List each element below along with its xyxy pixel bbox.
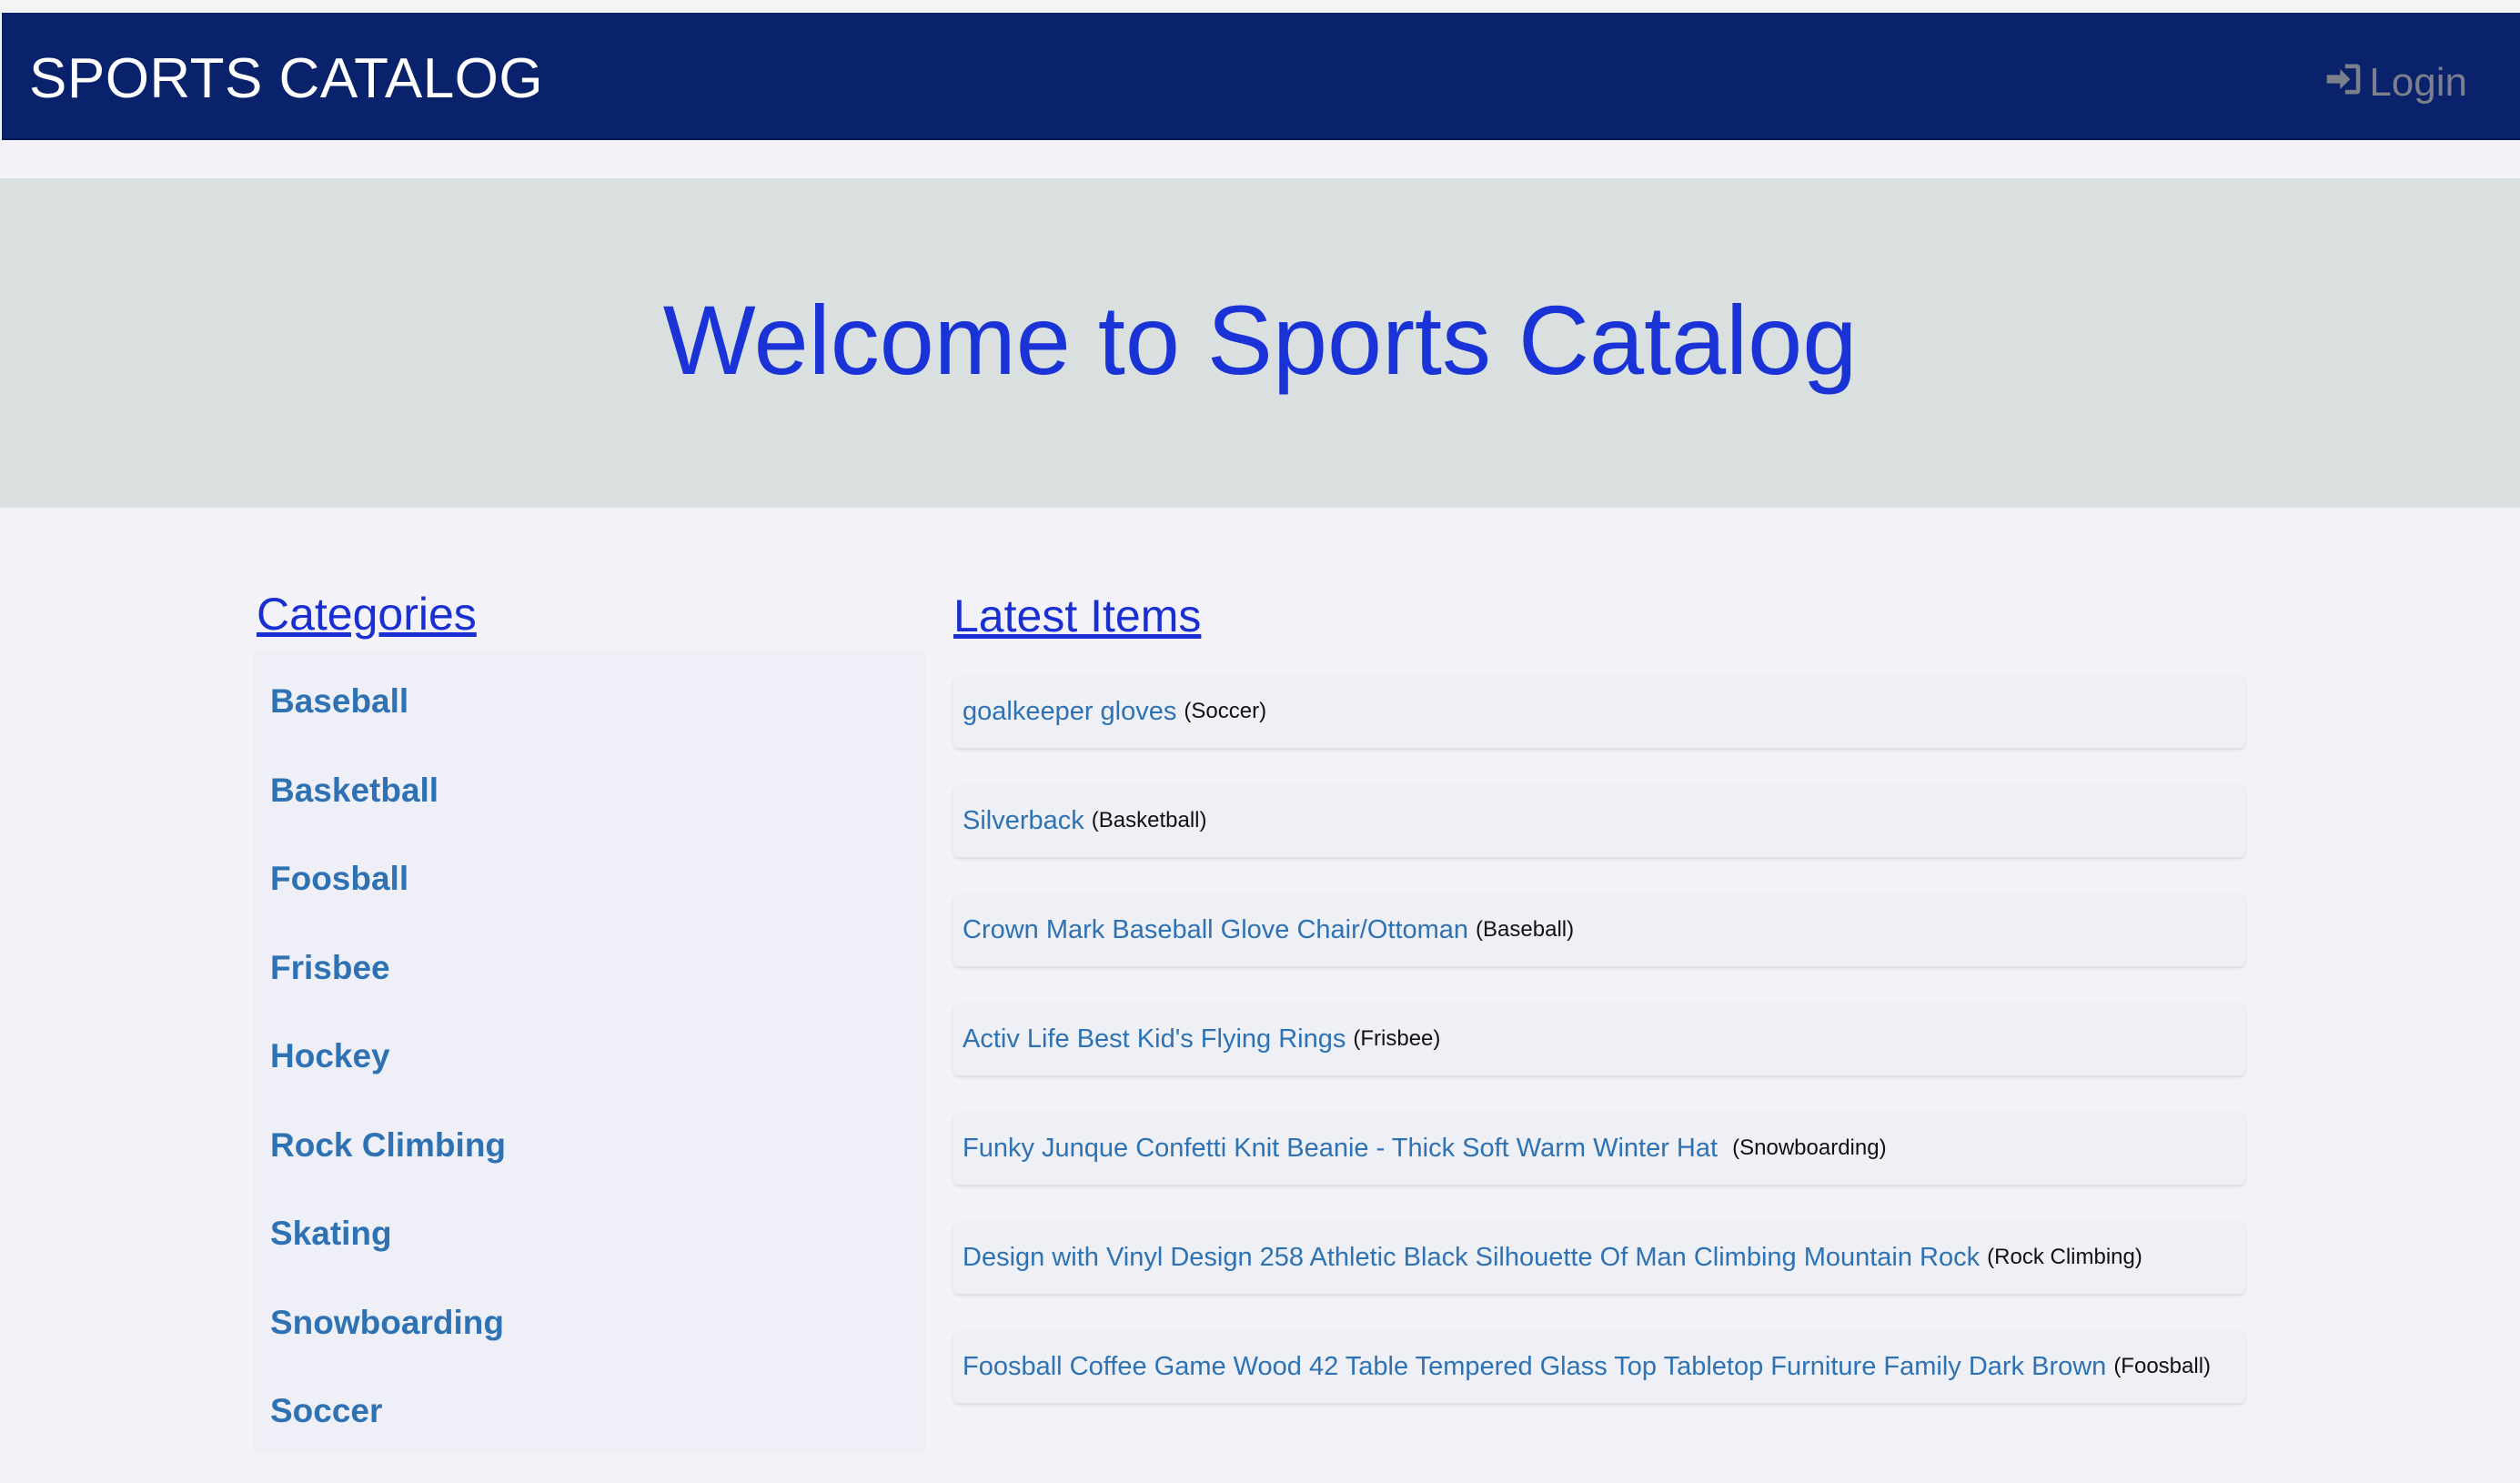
list-item: Foosball Coffee Game Wood 42 Table Tempe… <box>953 1330 2245 1403</box>
page-title: Welcome to Sports Catalog <box>662 285 1858 395</box>
item-link[interactable]: Crown Mark Baseball Glove Chair/Ottoman <box>963 915 1468 945</box>
category-item-soccer[interactable]: Soccer <box>270 1394 506 1483</box>
brand-logo-text[interactable]: SPORTS CATALOG <box>29 51 543 107</box>
list-item: Crown Mark Baseball Glove Chair/Ottoman … <box>953 893 2245 966</box>
latest-items-heading[interactable]: Latest Items <box>953 593 1201 639</box>
category-item-foosball[interactable]: Foosball <box>270 862 506 951</box>
item-category: (Foosball) <box>2113 1354 2212 1378</box>
categories-panel: Baseball Basketball Foosball Frisbee Hoc… <box>255 651 924 1452</box>
item-link[interactable]: goalkeeper gloves <box>963 697 1176 727</box>
item-category: (Baseball) <box>1476 917 1575 942</box>
item-category: (Soccer) <box>1184 699 1267 723</box>
item-category: (Rock Climbing) <box>1987 1245 2142 1269</box>
category-item-baseball[interactable]: Baseball <box>270 684 506 773</box>
item-link[interactable]: Foosball Coffee Game Wood 42 Table Tempe… <box>963 1352 2106 1382</box>
navbar: SPORTS CATALOG Login <box>2 13 2520 140</box>
category-list: Baseball Basketball Foosball Frisbee Hoc… <box>270 684 506 1483</box>
item-category: (Basketball) <box>1091 808 1207 832</box>
item-link[interactable]: Design with Vinyl Design 258 Athletic Bl… <box>963 1243 1980 1273</box>
list-item: Silverback (Basketball) <box>953 784 2245 857</box>
list-item: Design with Vinyl Design 258 Athletic Bl… <box>953 1221 2245 1294</box>
item-link[interactable]: Activ Life Best Kid's Flying Rings <box>963 1024 1346 1054</box>
category-item-hockey[interactable]: Hockey <box>270 1039 506 1128</box>
list-item: Activ Life Best Kid's Flying Rings (Fris… <box>953 1003 2245 1075</box>
categories-heading[interactable]: Categories <box>257 591 477 637</box>
hero-banner: Welcome to Sports Catalog <box>0 178 2520 508</box>
item-link[interactable]: Funky Junque Confetti Knit Beanie - Thic… <box>963 1134 1725 1164</box>
list-item: goalkeeper gloves (Soccer) <box>953 675 2245 748</box>
category-item-snowboarding[interactable]: Snowboarding <box>270 1306 506 1395</box>
latest-items-list: goalkeeper gloves (Soccer) Silverback (B… <box>953 675 2245 1439</box>
login-label: Login <box>2369 60 2467 105</box>
category-item-rock-climbing[interactable]: Rock Climbing <box>270 1128 506 1217</box>
category-item-frisbee[interactable]: Frisbee <box>270 951 506 1040</box>
category-item-skating[interactable]: Skating <box>270 1216 506 1306</box>
item-link[interactable]: Silverback <box>963 806 1084 836</box>
login-button[interactable]: Login <box>2323 59 2467 106</box>
item-category: (Snowboarding) <box>1732 1135 1887 1160</box>
category-item-basketball[interactable]: Basketball <box>270 773 506 863</box>
item-category: (Frisbee) <box>1353 1026 1441 1051</box>
list-item: Funky Junque Confetti Knit Beanie - Thic… <box>953 1112 2245 1185</box>
browser-top-strip <box>0 0 2520 13</box>
sign-in-icon <box>2323 59 2369 106</box>
